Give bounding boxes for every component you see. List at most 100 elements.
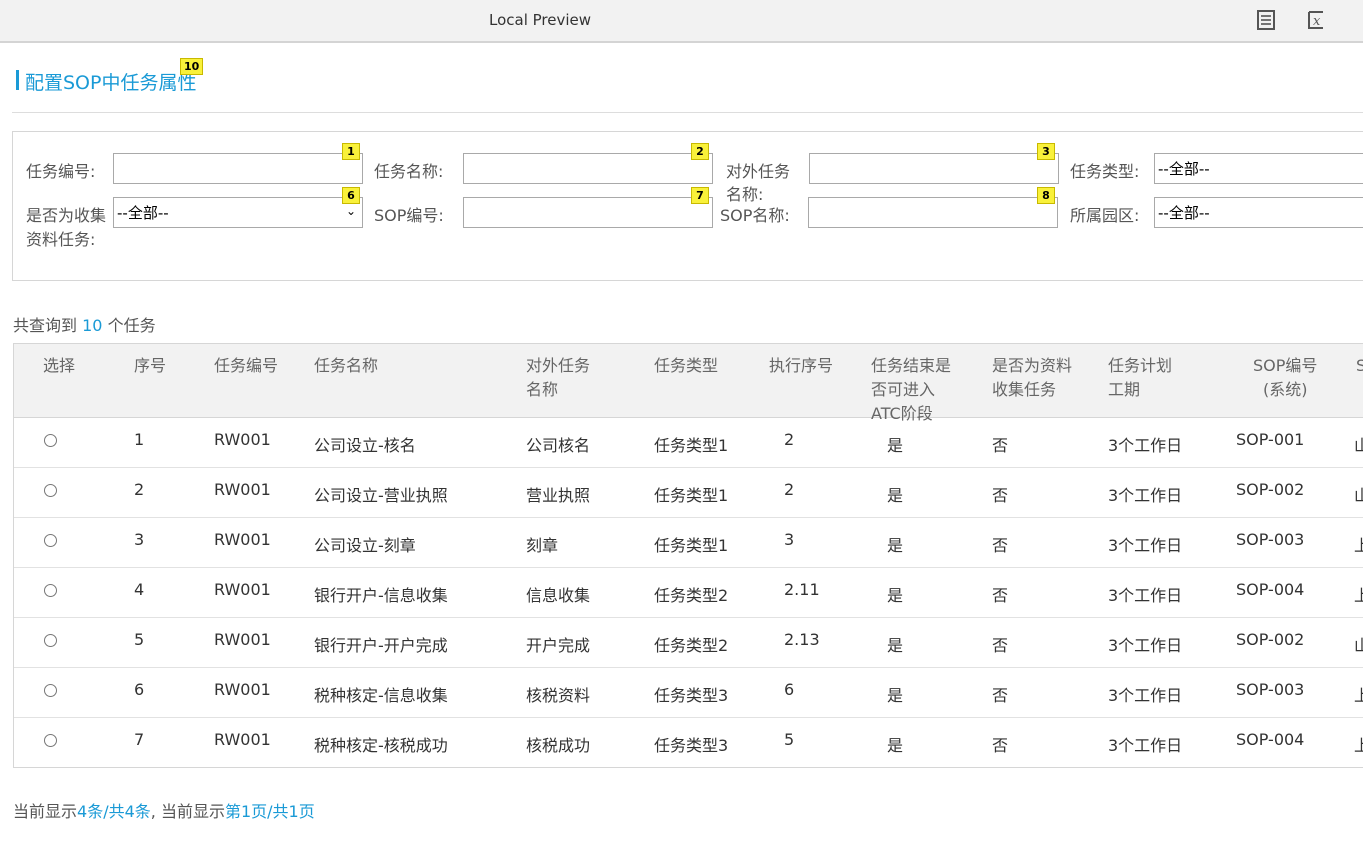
row-select-radio[interactable] (44, 584, 57, 597)
row-select-radio[interactable] (44, 484, 57, 497)
row-select-radio[interactable] (44, 434, 57, 447)
table-row[interactable]: 7 RW001 税种核定-核税成功 核税成功 任务类型3 5 是 否 3个工作日 SOP-004 上 (14, 718, 1363, 767)
annotation-badge: 7 (691, 187, 709, 204)
cell-task-type: 任务类型3 (654, 686, 729, 705)
chevron-down-icon: ⌄ (345, 204, 356, 218)
svg-text:x: x (1313, 14, 1321, 29)
close-formula-icon[interactable]: x (1306, 9, 1328, 31)
cell-task-name: 税种核定-核税成功 (314, 736, 448, 755)
col-select: 选择 (43, 356, 76, 375)
cell-task-name: 公司设立-核名 (314, 436, 416, 455)
cell-exec-seq: 2 (784, 480, 795, 499)
row-select-radio[interactable] (44, 734, 57, 747)
cell-exec-seq: 2.13 (784, 630, 820, 649)
external-task-name-input[interactable] (809, 153, 1059, 184)
cell-collect: 否 (992, 536, 1009, 555)
pages-link[interactable]: 第1页/共1页 (225, 802, 315, 821)
cell-task-no: RW001 (214, 630, 271, 649)
cell-external-name: 核税成功 (526, 736, 591, 755)
cell-period: 3个工作日 (1108, 436, 1183, 455)
task-table: 选择 序号 任务编号 任务名称 对外任务 名称 任务类型 执行序号 任务结束是 … (13, 343, 1363, 768)
cell-external-name: 营业执照 (526, 486, 591, 505)
annotation-badge: 1 (342, 143, 360, 160)
cell-exec-seq: 5 (784, 730, 795, 749)
park-label: 所属园区: (1070, 206, 1140, 225)
sop-name-label: SOP名称: (720, 206, 790, 225)
col-external-name: 对外任务 名称 (526, 354, 590, 402)
annotation-badge: 10 (180, 58, 204, 75)
park-select[interactable]: --全部-- (1154, 197, 1363, 228)
cell-task-no: RW001 (214, 530, 271, 549)
cell-next: 上 (1354, 582, 1363, 606)
row-select-radio[interactable] (44, 534, 57, 547)
title-accent-bar (16, 70, 19, 90)
cell-external-name: 核税资料 (526, 686, 591, 705)
col-sop-no-line1: SOP编号 (1253, 356, 1318, 375)
col-atc-line2: 否可进入 (871, 380, 936, 399)
task-name-input[interactable] (463, 153, 713, 184)
sop-no-input[interactable] (463, 197, 713, 228)
cell-next: 山 (1354, 482, 1363, 506)
result-count: 共查询到 10 个任务 (13, 312, 156, 336)
cell-next: 上 (1354, 732, 1363, 756)
result-count-number: 10 (82, 316, 103, 335)
document-list-icon[interactable] (1255, 9, 1277, 31)
is-collect-task-select[interactable]: --全部-- ⌄ (113, 197, 363, 228)
cell-sop-no: SOP-004 (1236, 730, 1305, 749)
sop-name-input[interactable] (808, 197, 1058, 228)
col-atc-line1: 任务结束是 (871, 356, 952, 375)
cell-sop-no: SOP-002 (1236, 480, 1305, 499)
table-row[interactable]: 1 RW001 公司设立-核名 公司核名 任务类型1 2 是 否 3个工作日 SOP-001 山 (14, 418, 1363, 468)
annotation-badge: 6 (342, 187, 360, 204)
cell-seq: 2 (134, 480, 145, 499)
cell-exec-seq: 2.11 (784, 580, 820, 599)
cell-collect: 否 (992, 636, 1009, 655)
cell-external-name: 公司核名 (526, 436, 591, 455)
cell-sop-no: SOP-003 (1236, 680, 1305, 699)
table-row[interactable]: 6 RW001 税种核定-信息收集 核税资料 任务类型3 6 是 否 3个工作日 SOP-003 上 (14, 668, 1363, 718)
col-period: 任务计划 工期 (1108, 354, 1172, 402)
table-row[interactable]: 3 RW001 公司设立-刻章 刻章 任务类型1 3 是 否 3个工作日 SOP-003 上 (14, 518, 1363, 568)
table-row[interactable]: 5 RW001 银行开户-开户完成 开户完成 任务类型2 2.13 是 否 3个工作日 SOP-0… (14, 618, 1363, 668)
cell-task-name: 公司设立-营业执照 (314, 486, 448, 505)
cell-period: 3个工作日 (1108, 636, 1183, 655)
cell-exec-seq: 3 (784, 530, 795, 549)
task-type-select[interactable]: --全部-- (1154, 153, 1363, 184)
cell-external-name: 开户完成 (526, 636, 591, 655)
row-select-radio[interactable] (44, 634, 57, 647)
cell-period: 3个工作日 (1108, 736, 1183, 755)
cell-task-name: 银行开户-信息收集 (314, 586, 448, 605)
cell-sop-no: SOP-002 (1236, 630, 1305, 649)
cell-exec-seq: 2 (784, 430, 795, 449)
is-collect-task-label-line2: 资料任务: (26, 230, 96, 249)
table-row[interactable]: 4 RW001 银行开户-信息收集 信息收集 任务类型2 2.11 是 否 3个工作日 SOP-0… (14, 568, 1363, 618)
col-collect: 是否为资料 收集任务 (992, 354, 1072, 402)
col-task-no: 任务编号 (214, 356, 279, 375)
row-select-radio[interactable] (44, 684, 57, 697)
cell-task-type: 任务类型1 (654, 486, 729, 505)
cell-external-name: 刻章 (526, 536, 559, 555)
col-period-line2: 工期 (1108, 380, 1141, 399)
cell-atc: 是 (887, 536, 904, 555)
col-task-name: 任务名称 (314, 356, 379, 375)
cell-seq: 4 (134, 580, 145, 599)
external-task-name-label: 对外任务 (726, 162, 791, 181)
col-seq: 序号 (134, 356, 167, 375)
col-collect-line1: 是否为资料 (992, 356, 1073, 375)
cell-task-no: RW001 (214, 430, 271, 449)
cell-sop-no: SOP-001 (1236, 430, 1305, 449)
records-link[interactable]: 4条/共4条 (77, 802, 151, 821)
task-no-input[interactable] (113, 153, 363, 184)
cell-task-no: RW001 (214, 480, 271, 499)
table-row[interactable]: 2 RW001 公司设立-营业执照 营业执照 任务类型1 2 是 否 3个工作日 SOP-002 山 (14, 468, 1363, 518)
window-title: Local Preview (489, 11, 592, 29)
window-titlebar: Local Preview x (0, 0, 1363, 43)
col-collect-line2: 收集任务 (992, 380, 1057, 399)
cell-seq: 3 (134, 530, 145, 549)
col-exec-seq: 执行序号 (769, 356, 834, 375)
result-count-suffix: 个任务 (107, 316, 156, 335)
cell-collect: 否 (992, 686, 1009, 705)
park-selected: --全部-- (1158, 204, 1210, 222)
task-type-selected: --全部-- (1158, 160, 1210, 178)
cell-sop-no: SOP-004 (1236, 580, 1305, 599)
